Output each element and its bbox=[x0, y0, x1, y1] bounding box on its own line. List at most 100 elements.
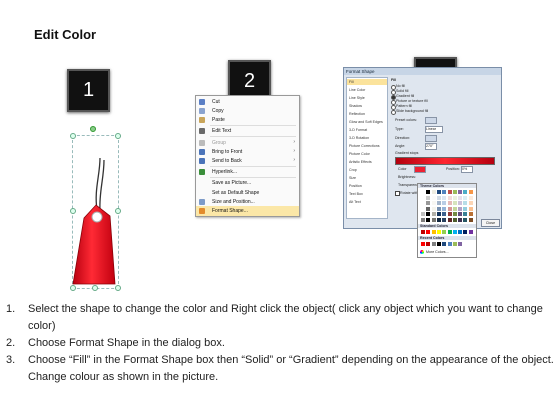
color-swatch[interactable] bbox=[447, 201, 452, 205]
color-swatch[interactable] bbox=[463, 217, 468, 222]
color-swatch[interactable] bbox=[431, 230, 436, 234]
close-button[interactable]: Close bbox=[481, 219, 500, 227]
color-swatch[interactable] bbox=[436, 242, 441, 246]
color-swatch[interactable] bbox=[458, 195, 463, 200]
category-alt-text[interactable]: Alt Text bbox=[349, 200, 361, 204]
color-swatch[interactable] bbox=[452, 242, 457, 246]
color-swatch[interactable] bbox=[431, 195, 436, 200]
color-swatch[interactable] bbox=[458, 217, 463, 222]
color-swatch[interactable] bbox=[458, 230, 463, 234]
preset-colors-dropdown[interactable] bbox=[425, 117, 437, 124]
category-shadow[interactable]: Shadow bbox=[349, 104, 362, 108]
color-swatch[interactable] bbox=[468, 201, 473, 205]
color-swatch[interactable] bbox=[442, 190, 447, 194]
color-swatch[interactable] bbox=[431, 217, 436, 222]
color-swatch[interactable] bbox=[452, 206, 457, 211]
color-swatch[interactable] bbox=[458, 212, 463, 216]
color-swatch[interactable] bbox=[447, 230, 452, 234]
color-swatch[interactable] bbox=[436, 230, 441, 234]
color-swatch[interactable] bbox=[447, 190, 452, 194]
color-swatch[interactable] bbox=[421, 230, 425, 234]
color-swatch[interactable] bbox=[452, 195, 457, 200]
color-swatch[interactable] bbox=[436, 217, 441, 222]
color-swatch[interactable] bbox=[426, 201, 431, 205]
color-swatch[interactable] bbox=[447, 212, 452, 216]
color-swatch[interactable] bbox=[458, 206, 463, 211]
color-swatch[interactable] bbox=[468, 230, 473, 234]
color-swatch[interactable] bbox=[468, 206, 473, 211]
color-swatch[interactable] bbox=[463, 195, 468, 200]
color-swatch[interactable] bbox=[447, 242, 452, 246]
color-swatch[interactable] bbox=[468, 190, 473, 194]
color-swatch[interactable] bbox=[421, 212, 425, 216]
color-swatch[interactable] bbox=[463, 206, 468, 211]
category-picture-corrections[interactable]: Picture Corrections bbox=[349, 144, 380, 148]
category-picture-color[interactable]: Picture Color bbox=[349, 152, 370, 156]
color-swatch[interactable] bbox=[447, 195, 452, 200]
color-swatch[interactable] bbox=[458, 190, 463, 194]
color-swatch[interactable] bbox=[452, 230, 457, 234]
category-position[interactable]: Position bbox=[349, 184, 362, 188]
rotate-handle[interactable] bbox=[90, 126, 96, 132]
direction-dropdown[interactable] bbox=[425, 135, 437, 142]
more-colors-link[interactable]: More Colors... bbox=[426, 250, 449, 254]
color-swatch[interactable] bbox=[431, 190, 436, 194]
color-swatch[interactable] bbox=[436, 195, 441, 200]
color-swatch[interactable] bbox=[452, 201, 457, 205]
color-swatch[interactable] bbox=[421, 206, 425, 211]
color-swatch[interactable] bbox=[436, 212, 441, 216]
color-swatch[interactable] bbox=[442, 242, 447, 246]
menu-item-send-to-back[interactable]: Send to Back › bbox=[196, 156, 299, 166]
category-glow[interactable]: Glow and Soft Edges bbox=[349, 120, 383, 124]
color-swatch[interactable] bbox=[436, 206, 441, 211]
color-swatch[interactable] bbox=[468, 195, 473, 200]
color-swatch[interactable] bbox=[426, 217, 431, 222]
color-swatch[interactable] bbox=[421, 242, 425, 246]
color-swatch[interactable] bbox=[463, 190, 468, 194]
category-artistic-effects[interactable]: Artistic Effects bbox=[349, 160, 372, 164]
color-swatch[interactable] bbox=[463, 201, 468, 205]
color-swatch[interactable] bbox=[452, 212, 457, 216]
category-3d-format[interactable]: 3-D Format bbox=[349, 128, 367, 132]
color-swatch[interactable] bbox=[431, 212, 436, 216]
color-swatch[interactable] bbox=[442, 201, 447, 205]
menu-item-edit-text[interactable]: Edit Text bbox=[196, 126, 299, 136]
color-swatch[interactable] bbox=[431, 242, 436, 246]
category-text-box[interactable]: Text Box bbox=[349, 192, 363, 196]
category-3d-rotation[interactable]: 3-D Rotation bbox=[349, 136, 369, 140]
color-swatch[interactable] bbox=[426, 190, 431, 194]
color-swatch[interactable] bbox=[442, 230, 447, 234]
color-swatch[interactable] bbox=[421, 217, 425, 222]
color-swatch[interactable] bbox=[468, 212, 473, 216]
category-size[interactable]: Size bbox=[349, 176, 356, 180]
color-swatch[interactable] bbox=[447, 217, 452, 222]
color-swatch[interactable] bbox=[421, 195, 425, 200]
menu-item-paste[interactable]: Paste bbox=[196, 115, 299, 125]
category-line-style[interactable]: Line Style bbox=[349, 96, 365, 100]
color-swatch[interactable] bbox=[452, 217, 457, 222]
color-swatch[interactable] bbox=[447, 206, 452, 211]
category-line-color[interactable]: Line Color bbox=[349, 88, 365, 92]
color-swatch[interactable] bbox=[463, 212, 468, 216]
category-fill[interactable]: Fill bbox=[349, 80, 354, 84]
color-swatch[interactable] bbox=[431, 201, 436, 205]
color-swatch[interactable] bbox=[458, 201, 463, 205]
color-swatch[interactable] bbox=[436, 201, 441, 205]
category-reflection[interactable]: Reflection bbox=[349, 112, 365, 116]
menu-item-hyperlink[interactable]: Hyperlink... bbox=[196, 167, 299, 177]
color-swatch[interactable] bbox=[463, 230, 468, 234]
color-swatch[interactable] bbox=[452, 190, 457, 194]
color-swatch[interactable] bbox=[426, 212, 431, 216]
color-swatch[interactable] bbox=[436, 190, 441, 194]
color-swatch[interactable] bbox=[426, 195, 431, 200]
color-swatch[interactable] bbox=[431, 206, 436, 211]
color-swatch[interactable] bbox=[426, 230, 431, 234]
color-dropdown[interactable] bbox=[414, 166, 426, 173]
color-swatch[interactable] bbox=[442, 195, 447, 200]
resize-handle[interactable] bbox=[115, 133, 121, 139]
color-swatch[interactable] bbox=[421, 190, 425, 194]
color-swatch[interactable] bbox=[442, 206, 447, 211]
color-swatch[interactable] bbox=[442, 212, 447, 216]
color-swatch[interactable] bbox=[458, 242, 463, 246]
gradient-stops-bar[interactable] bbox=[395, 157, 495, 165]
